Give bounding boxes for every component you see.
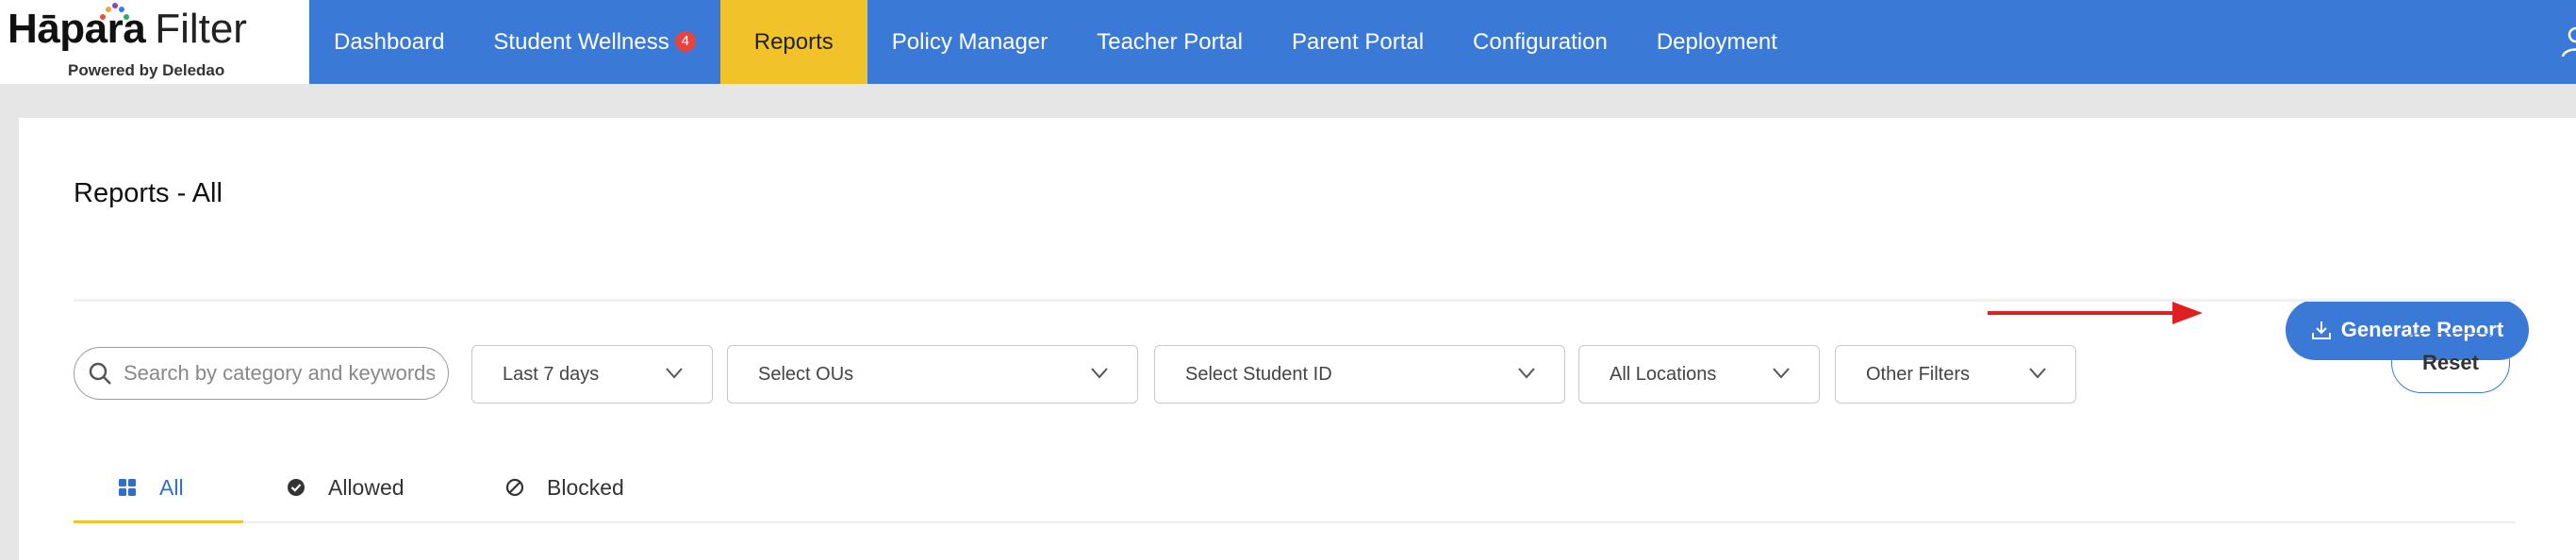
nav-label: Teacher Portal	[1097, 28, 1243, 55]
nav-reports[interactable]: Reports	[719, 0, 867, 84]
notification-badge: 4	[674, 30, 696, 52]
dropdown-label: Last 7 days	[503, 363, 600, 385]
active-tab-indicator	[74, 520, 243, 523]
top-navigation-bar: Hāpara Filter Powered by Deledao Dashboar…	[0, 0, 2576, 84]
nav-label: Configuration	[1473, 28, 1608, 55]
dropdown-label: Select Student ID	[1185, 363, 1332, 385]
brand-logo: Hāpara Filter	[8, 3, 247, 58]
powered-by-text: Powered by Deledao	[68, 61, 225, 79]
nav-student-wellness[interactable]: Student Wellness 4	[469, 0, 719, 84]
search-input[interactable]	[124, 361, 435, 386]
download-icon	[2311, 321, 2331, 339]
brand-dots-icon	[100, 3, 129, 20]
nav-label: Student Wellness	[493, 28, 669, 55]
user-icon[interactable]	[2561, 23, 2576, 60]
nav-configuration[interactable]: Configuration	[1448, 0, 1632, 84]
tab-label: Allowed	[328, 474, 405, 500]
tab-allowed[interactable]: Allowed	[287, 464, 405, 511]
nav-parent-portal[interactable]: Parent Portal	[1267, 0, 1448, 84]
blocked-icon	[505, 478, 524, 497]
nav-label: Dashboard	[334, 28, 445, 55]
divider	[74, 299, 2516, 302]
locations-dropdown[interactable]: All Locations	[1578, 345, 1820, 404]
check-circle-icon	[288, 479, 305, 496]
nav-teacher-portal[interactable]: Teacher Portal	[1072, 0, 1267, 84]
chevron-down-icon	[666, 368, 683, 379]
brand-product: Filter	[155, 6, 247, 52]
grid-icon	[119, 479, 136, 496]
nav-label: Parent Portal	[1291, 28, 1425, 55]
tab-label: All	[159, 474, 184, 500]
logo-area[interactable]: Hāpara Filter Powered by Deledao	[0, 0, 309, 84]
nav-deployment[interactable]: Deployment	[1632, 0, 1802, 84]
search-icon	[89, 362, 111, 385]
nav-policy-manager[interactable]: Policy Manager	[867, 0, 1072, 84]
nav-label: Policy Manager	[891, 28, 1049, 55]
chevron-down-icon	[1773, 368, 1790, 379]
annotation-arrow-icon	[1988, 302, 2203, 324]
tab-blocked[interactable]: Blocked	[505, 464, 624, 511]
search-box[interactable]	[74, 347, 449, 400]
reset-button[interactable]: Reset	[2391, 333, 2510, 393]
chevron-down-icon	[1091, 368, 1108, 379]
reset-label: Reset	[2422, 351, 2479, 374]
tab-all[interactable]: All	[118, 464, 184, 511]
ou-dropdown[interactable]: Select OUs	[727, 345, 1138, 404]
nav-label: Deployment	[1656, 28, 1777, 55]
tab-label: Blocked	[547, 474, 624, 500]
dropdown-label: Other Filters	[1866, 363, 1971, 385]
tabs-divider	[243, 521, 2516, 523]
student-id-dropdown[interactable]: Select Student ID	[1154, 345, 1565, 404]
page-title: Reports - All	[74, 178, 223, 208]
other-filters-dropdown[interactable]: Other Filters	[1835, 345, 2076, 404]
nav-label: Reports	[753, 28, 834, 55]
main-nav: Dashboard Student Wellness 4 Reports Poli…	[309, 0, 1802, 84]
reports-card: Reports - All Generate Report Last 7 day…	[19, 118, 2576, 560]
chevron-down-icon	[1518, 368, 1535, 379]
chevron-down-icon	[2029, 368, 2046, 379]
nav-dashboard[interactable]: Dashboard	[309, 0, 469, 84]
date-range-dropdown[interactable]: Last 7 days	[471, 345, 713, 404]
dropdown-label: Select OUs	[758, 363, 854, 385]
dropdown-label: All Locations	[1610, 363, 1717, 385]
